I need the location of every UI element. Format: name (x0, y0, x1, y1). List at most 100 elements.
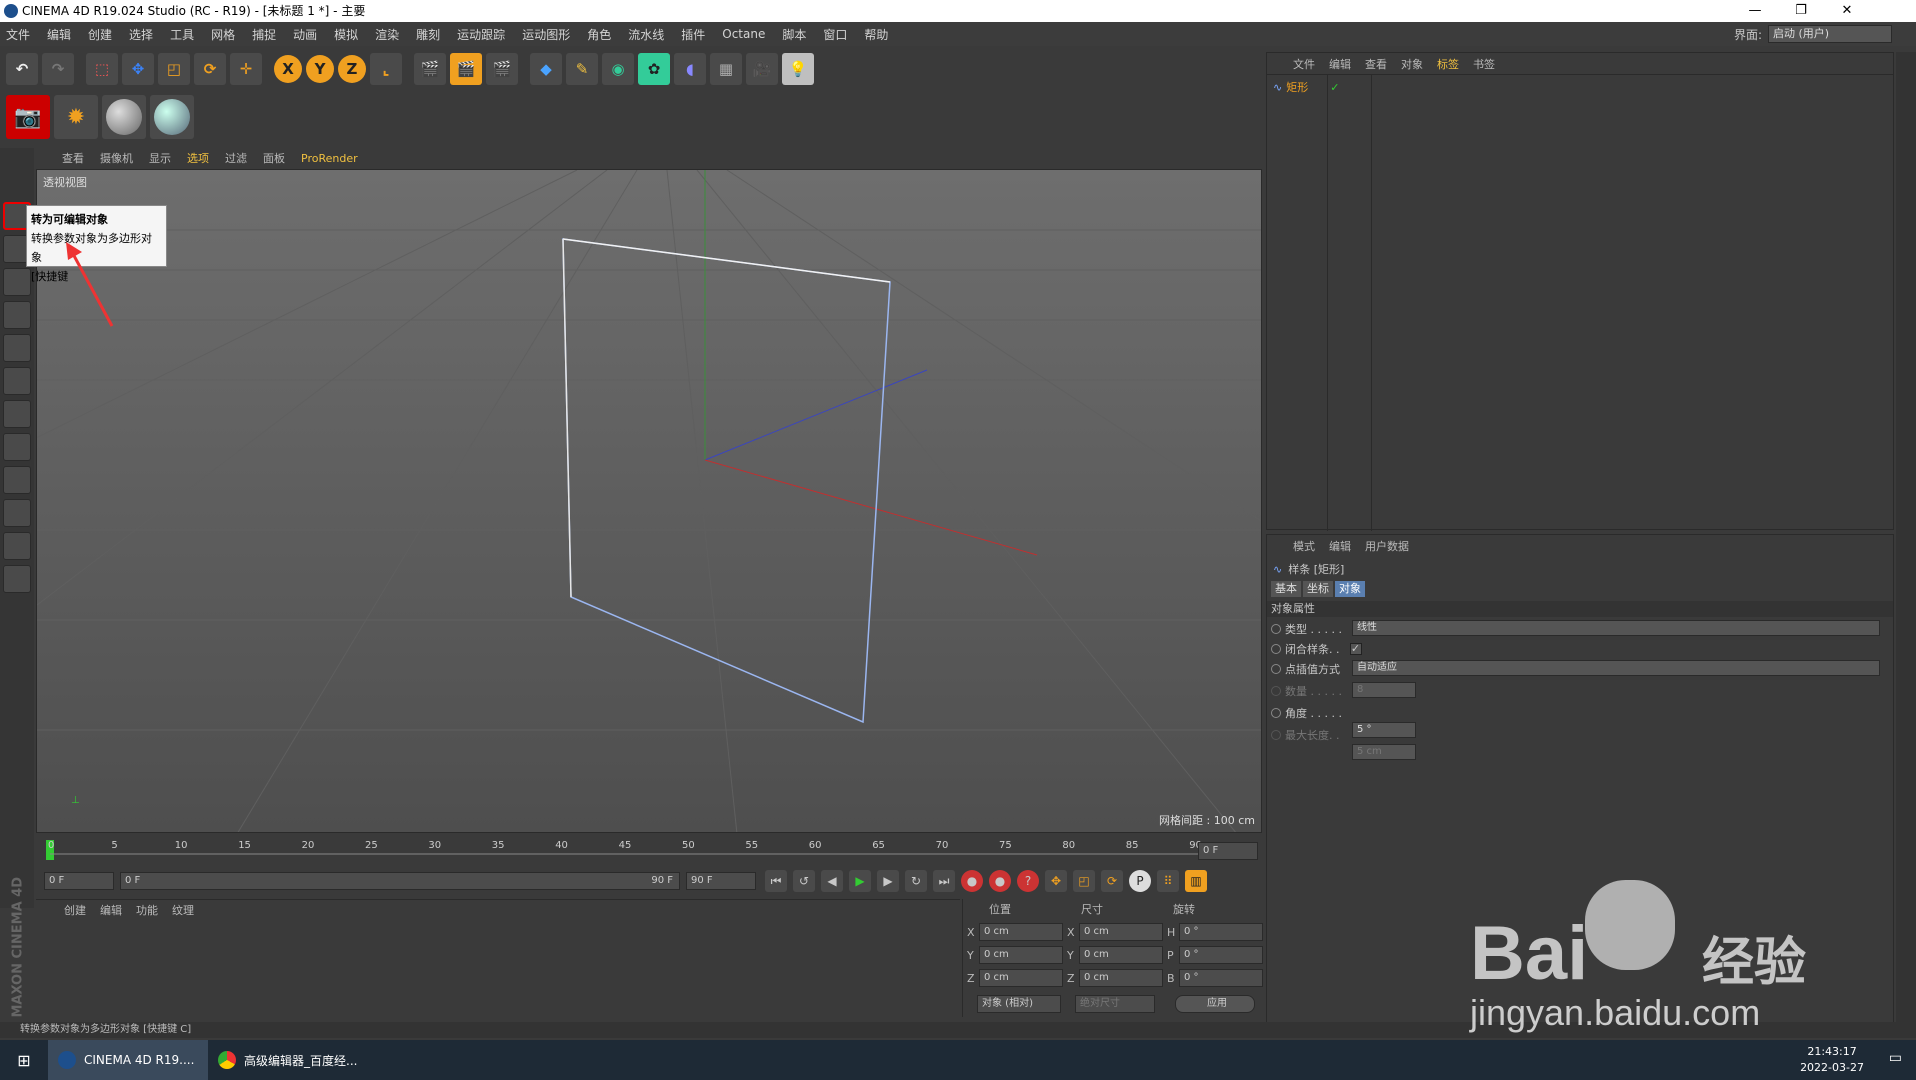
timeline-ruler[interactable]: 0 5 10 15 20 25 30 35 40 45 50 55 60 65 70 75 80 85 90 0 F (36, 838, 1262, 864)
undo-icon[interactable]: ↶ (6, 53, 38, 85)
live-select-icon[interactable]: ⬚ (86, 53, 118, 85)
size-mode-dropdown[interactable]: 绝对尺寸 (1075, 995, 1155, 1013)
magnet-icon[interactable] (3, 499, 31, 527)
menu-mesh[interactable]: 网格 (211, 26, 235, 43)
obj-menu-tags[interactable]: 标签 (1437, 56, 1459, 72)
close-button[interactable]: ✕ (1824, 0, 1870, 22)
pos-z-field[interactable]: 0 cm (979, 969, 1063, 987)
system-clock[interactable]: 21:43:17 2022-03-27 (1800, 1044, 1864, 1076)
attr-menu-edit[interactable]: 编辑 (1329, 538, 1351, 554)
mat-menu-edit[interactable]: 编辑 (100, 902, 122, 918)
glass-sphere-icon[interactable] (150, 95, 194, 139)
pos-y-field[interactable]: 0 cm (979, 946, 1063, 964)
menu-pipeline[interactable]: 流水线 (628, 26, 664, 43)
restore-button[interactable]: ❐ (1778, 0, 1824, 22)
pos-x-field[interactable]: 0 cm (979, 923, 1063, 941)
material-sphere-icon[interactable] (102, 95, 146, 139)
tab-object[interactable]: 对象 (1335, 581, 1365, 597)
move-icon[interactable]: ✥ (122, 53, 154, 85)
y-axis-lock-icon[interactable]: Y (306, 55, 334, 83)
obj-menu-file[interactable]: 文件 (1293, 56, 1315, 72)
rot-p-field[interactable]: 0 ° (1179, 946, 1263, 964)
obj-menu-objects[interactable]: 对象 (1401, 56, 1423, 72)
record-key-icon[interactable]: ● (961, 870, 983, 892)
menu-character[interactable]: 角色 (587, 26, 611, 43)
timeline-window-icon[interactable]: ▥ (1185, 870, 1207, 892)
visibility-check-icon[interactable]: ✓ (1330, 81, 1339, 94)
render-view-icon[interactable]: 🎬 (414, 53, 446, 85)
floor-icon[interactable]: ▦ (710, 53, 742, 85)
maxlength-field[interactable]: 5 cm (1352, 744, 1416, 760)
subdivision-icon[interactable]: ◉ (602, 53, 634, 85)
z-axis-lock-icon[interactable]: Z (338, 55, 366, 83)
key-rotation-icon[interactable]: ⟳ (1101, 870, 1123, 892)
mat-menu-function[interactable]: 功能 (136, 902, 158, 918)
light-icon[interactable]: 💡 (782, 53, 814, 85)
coordinate-system-icon[interactable]: ⌞ (370, 53, 402, 85)
go-to-end-icon[interactable]: ⏭ (933, 870, 955, 892)
keyframe-selection-icon[interactable]: ? (1017, 870, 1039, 892)
size-y-field[interactable]: 0 cm (1079, 946, 1163, 964)
render-settings-icon[interactable]: 🎬 (486, 53, 518, 85)
obj-menu-bookmarks[interactable]: 书签 (1473, 56, 1495, 72)
menu-render[interactable]: 渲染 (375, 26, 399, 43)
prev-key-icon[interactable]: ↺ (793, 870, 815, 892)
go-to-start-icon[interactable]: ⏮ (765, 870, 787, 892)
prev-frame-icon[interactable]: ◀ (821, 870, 843, 892)
cube-icon[interactable]: ◆ (530, 53, 562, 85)
rot-b-field[interactable]: 0 ° (1179, 969, 1263, 987)
menu-mograph[interactable]: 运动图形 (522, 26, 570, 43)
menu-motion-tracker[interactable]: 运动跟踪 (457, 26, 505, 43)
attr-menu-mode[interactable]: 模式 (1293, 538, 1315, 554)
menu-plugins[interactable]: 插件 (681, 26, 705, 43)
minimize-button[interactable]: — (1732, 0, 1778, 22)
vp-menu-camera[interactable]: 摄像机 (100, 150, 133, 166)
menu-snap[interactable]: 捕捉 (252, 26, 276, 43)
current-frame-field[interactable]: 0 F (1198, 842, 1258, 860)
pen-icon[interactable]: ✎ (566, 53, 598, 85)
vp-menu-prorender[interactable]: ProRender (301, 152, 358, 165)
vp-menu-view[interactable]: 查看 (62, 150, 84, 166)
menu-animate[interactable]: 动画 (293, 26, 317, 43)
polygons-mode-icon[interactable] (3, 367, 31, 395)
end-frame-field[interactable]: 90 F (686, 872, 756, 890)
menu-simulate[interactable]: 模拟 (334, 26, 358, 43)
apply-button[interactable]: 应用 (1175, 995, 1255, 1013)
vp-menu-options[interactable]: 选项 (187, 150, 209, 166)
axis-mode-icon[interactable] (3, 400, 31, 428)
scale-icon[interactable]: ◰ (158, 53, 190, 85)
perspective-viewport[interactable]: 透视视图 网格间距 : 100 cm ⊥ (36, 169, 1262, 833)
attr-menu-userdata[interactable]: 用户数据 (1365, 538, 1409, 554)
size-z-field[interactable]: 0 cm (1079, 969, 1163, 987)
menu-select[interactable]: 选择 (129, 26, 153, 43)
grid-snap-icon[interactable] (3, 565, 31, 593)
key-param-icon[interactable]: P (1129, 870, 1151, 892)
start-frame-field[interactable]: 0 F (44, 872, 114, 890)
angle-field[interactable]: 5 ° (1352, 722, 1416, 738)
tab-basic[interactable]: 基本 (1271, 581, 1301, 597)
tab-coord[interactable]: 坐标 (1303, 581, 1333, 597)
workplane-icon[interactable] (3, 268, 31, 296)
points-mode-icon[interactable] (3, 301, 31, 329)
menu-create[interactable]: 创建 (88, 26, 112, 43)
coord-mode-dropdown[interactable]: 对象 (相对) (977, 995, 1061, 1013)
menu-octane[interactable]: Octane (722, 27, 765, 41)
interp-dropdown[interactable]: 自动适应 (1352, 660, 1880, 676)
rot-h-field[interactable]: 0 ° (1179, 923, 1263, 941)
key-position-icon[interactable]: ✥ (1045, 870, 1067, 892)
frame-range-slider[interactable]: 0 F 90 F (120, 872, 680, 890)
menu-edit[interactable]: 编辑 (47, 26, 71, 43)
notification-icon[interactable]: ▭ (1889, 1050, 1902, 1066)
render-picture-viewer-icon[interactable]: 🎬 (450, 53, 482, 85)
next-key-icon[interactable]: ↻ (905, 870, 927, 892)
task-c4d[interactable]: CINEMA 4D R19.... (48, 1040, 208, 1080)
obj-menu-edit[interactable]: 编辑 (1329, 56, 1351, 72)
menu-help[interactable]: 帮助 (864, 26, 888, 43)
recent-tool-icon[interactable]: ✛ (230, 53, 262, 85)
key-scale-icon[interactable]: ◰ (1073, 870, 1095, 892)
menu-sculpt[interactable]: 雕刻 (416, 26, 440, 43)
next-frame-icon[interactable]: ▶ (877, 870, 899, 892)
vp-menu-panel[interactable]: 面板 (263, 150, 285, 166)
array-icon[interactable]: ✿ (638, 53, 670, 85)
key-pla-icon[interactable]: ⠿ (1157, 870, 1179, 892)
